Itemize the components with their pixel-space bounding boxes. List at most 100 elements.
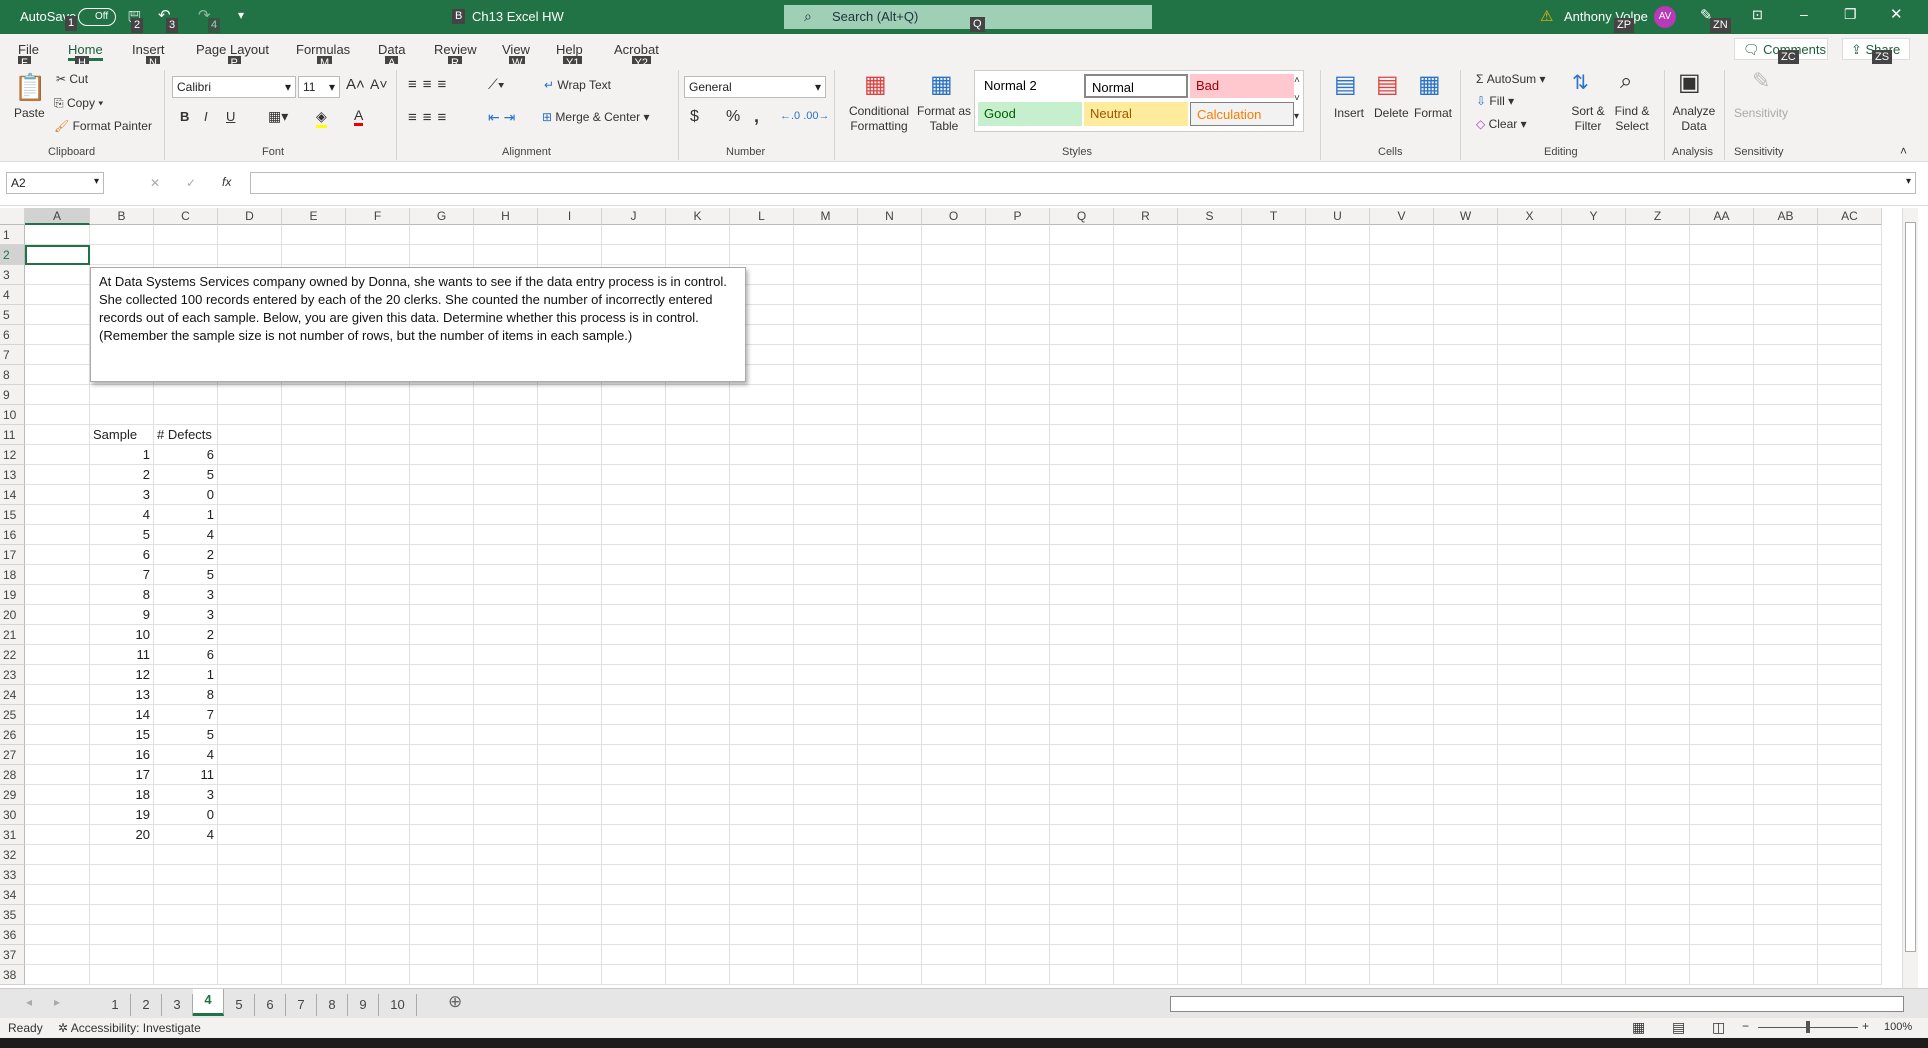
cell-L35[interactable] <box>730 905 794 925</box>
cell-B22[interactable]: 11 <box>90 645 154 665</box>
cell-R36[interactable] <box>1114 925 1178 945</box>
cell-AB9[interactable] <box>1754 385 1818 405</box>
cell-C19[interactable]: 3 <box>154 585 218 605</box>
row-header[interactable]: 25 <box>0 705 25 725</box>
column-header-Y[interactable]: Y <box>1562 208 1626 225</box>
cell-A31[interactable] <box>25 825 90 845</box>
cell-J15[interactable] <box>602 505 666 525</box>
cell-U3[interactable] <box>1306 265 1370 285</box>
cell-P26[interactable] <box>986 725 1050 745</box>
cell-AC1[interactable] <box>1818 225 1882 245</box>
cell-Q11[interactable] <box>1050 425 1114 445</box>
cell-D10[interactable] <box>218 405 282 425</box>
cell-Y38[interactable] <box>1562 965 1626 985</box>
conditional-formatting-icon[interactable]: ▦ <box>864 70 887 99</box>
cell-A29[interactable] <box>25 785 90 805</box>
cell-AB18[interactable] <box>1754 565 1818 585</box>
cell-G14[interactable] <box>410 485 474 505</box>
cell-AC19[interactable] <box>1818 585 1882 605</box>
cell-N2[interactable] <box>858 245 922 265</box>
row-header[interactable]: 21 <box>0 625 25 645</box>
cell-T3[interactable] <box>1242 265 1306 285</box>
cell-A9[interactable] <box>25 385 90 405</box>
cell-Z33[interactable] <box>1626 865 1690 885</box>
cell-AA3[interactable] <box>1690 265 1754 285</box>
cell-T27[interactable] <box>1242 745 1306 765</box>
cell-T23[interactable] <box>1242 665 1306 685</box>
avatar[interactable]: AV <box>1654 6 1676 28</box>
cell-T31[interactable] <box>1242 825 1306 845</box>
cell-Q27[interactable] <box>1050 745 1114 765</box>
cell-L24[interactable] <box>730 685 794 705</box>
cell-O26[interactable] <box>922 725 986 745</box>
cell-G16[interactable] <box>410 525 474 545</box>
sort-filter-button[interactable]: Sort & Filter <box>1568 104 1608 134</box>
cell-P19[interactable] <box>986 585 1050 605</box>
cell-N37[interactable] <box>858 945 922 965</box>
cell-C31[interactable]: 4 <box>154 825 218 845</box>
sheet-tab-2[interactable]: 2 <box>131 994 162 1016</box>
row-header[interactable]: 14 <box>0 485 25 505</box>
cell-G17[interactable] <box>410 545 474 565</box>
cell-H14[interactable] <box>474 485 538 505</box>
cell-Z34[interactable] <box>1626 885 1690 905</box>
tab-home[interactable]: Home <box>68 42 103 61</box>
cell-I12[interactable] <box>538 445 602 465</box>
cell-L13[interactable] <box>730 465 794 485</box>
cell-U25[interactable] <box>1306 705 1370 725</box>
cell-J11[interactable] <box>602 425 666 445</box>
cell-J27[interactable] <box>602 745 666 765</box>
cell-W21[interactable] <box>1434 625 1498 645</box>
cell-Z20[interactable] <box>1626 605 1690 625</box>
cell-R15[interactable] <box>1114 505 1178 525</box>
cell-F24[interactable] <box>346 685 410 705</box>
cell-L29[interactable] <box>730 785 794 805</box>
cell-style-calculation[interactable]: Calculation <box>1190 102 1294 126</box>
cell-U20[interactable] <box>1306 605 1370 625</box>
cell-O4[interactable] <box>922 285 986 305</box>
cell-R26[interactable] <box>1114 725 1178 745</box>
cell-Z21[interactable] <box>1626 625 1690 645</box>
cell-Z25[interactable] <box>1626 705 1690 725</box>
cell-U37[interactable] <box>1306 945 1370 965</box>
cell-B18[interactable]: 7 <box>90 565 154 585</box>
tab-help[interactable]: Help <box>556 42 583 57</box>
cell-H12[interactable] <box>474 445 538 465</box>
cell-V29[interactable] <box>1370 785 1434 805</box>
cell-W25[interactable] <box>1434 705 1498 725</box>
cell-T25[interactable] <box>1242 705 1306 725</box>
zoom-in-icon[interactable]: + <box>1862 1019 1869 1033</box>
cell-P10[interactable] <box>986 405 1050 425</box>
cell-V28[interactable] <box>1370 765 1434 785</box>
tab-view[interactable]: View <box>502 42 530 57</box>
row-header[interactable]: 28 <box>0 765 25 785</box>
cell-P3[interactable] <box>986 265 1050 285</box>
cell-A12[interactable] <box>25 445 90 465</box>
cell-Q34[interactable] <box>1050 885 1114 905</box>
cell-AC33[interactable] <box>1818 865 1882 885</box>
cell-AA32[interactable] <box>1690 845 1754 865</box>
cell-J36[interactable] <box>602 925 666 945</box>
cell-U16[interactable] <box>1306 525 1370 545</box>
cell-W35[interactable] <box>1434 905 1498 925</box>
cell-Q31[interactable] <box>1050 825 1114 845</box>
cell-U27[interactable] <box>1306 745 1370 765</box>
cell-M13[interactable] <box>794 465 858 485</box>
cell-X28[interactable] <box>1498 765 1562 785</box>
cell-S25[interactable] <box>1178 705 1242 725</box>
cell-AC27[interactable] <box>1818 745 1882 765</box>
formula-input[interactable]: ▾ <box>250 172 1916 194</box>
cell-O9[interactable] <box>922 385 986 405</box>
cell-N33[interactable] <box>858 865 922 885</box>
cell-U21[interactable] <box>1306 625 1370 645</box>
cell-Q18[interactable] <box>1050 565 1114 585</box>
cell-E29[interactable] <box>282 785 346 805</box>
cell-F31[interactable] <box>346 825 410 845</box>
cell-I31[interactable] <box>538 825 602 845</box>
collapse-ribbon-icon[interactable]: ˄ <box>1900 144 1907 158</box>
cell-Z7[interactable] <box>1626 345 1690 365</box>
cell-C18[interactable]: 5 <box>154 565 218 585</box>
cell-A2[interactable] <box>25 245 90 265</box>
cell-O19[interactable] <box>922 585 986 605</box>
cell-K2[interactable] <box>666 245 730 265</box>
